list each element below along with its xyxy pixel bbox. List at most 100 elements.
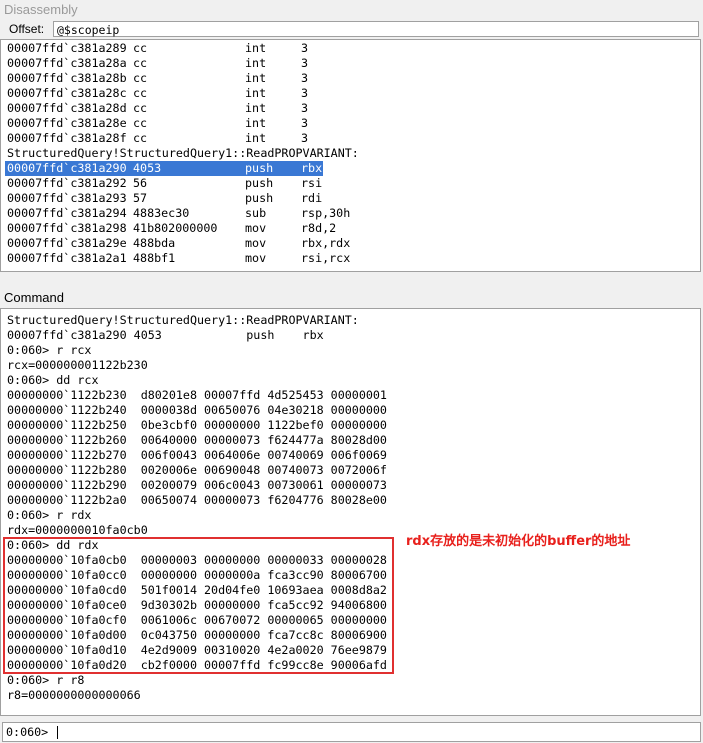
disassembly-ops: r8d,2: [301, 221, 337, 235]
disassembly-line[interactable]: 00007ffd`c381a28b cc int 3: [7, 71, 697, 86]
disassembly-ops: rdi: [301, 191, 323, 205]
disassembly-mnem: int: [245, 56, 267, 70]
command-line: 00000000`1122b280 0020006e 00690048 0074…: [7, 463, 387, 477]
command-line: rdx=0000000010fa0cb0: [7, 523, 148, 537]
disassembly-ops: 3: [301, 101, 309, 115]
disassembly-addr: 00007ffd`c381a294: [7, 206, 127, 220]
disassembly-ops: 3: [301, 71, 309, 85]
disassembly-ops: rsi: [301, 176, 323, 190]
disassembly-addr: 00007ffd`c381a298: [7, 221, 127, 235]
command-line: 00000000`1122b270 006f0043 0064006e 0074…: [7, 448, 387, 462]
disassembly-ops: 3: [301, 116, 309, 130]
command-output[interactable]: rdx存放的是未初始化的buffer的地址 StructuredQuery!St…: [0, 308, 701, 716]
disassembly-line[interactable]: 00007ffd`c381a298 41b802000000 mov r8d,2: [7, 221, 697, 236]
command-line: 00000000`1122b240 0000038d 00650076 04e3…: [7, 403, 387, 417]
disassembly-title: Disassembly: [0, 0, 703, 20]
command-line: 00000000`1122b260 00640000 00000073 f624…: [7, 433, 387, 447]
disassembly-addr: 00007ffd`c381a289: [7, 41, 127, 55]
command-line: 00000000`1122b250 0be3cbf0 00000000 1122…: [7, 418, 387, 432]
disassembly-line[interactable]: StructuredQuery!StructuredQuery1::ReadPR…: [7, 146, 697, 161]
command-line: StructuredQuery!StructuredQuery1::ReadPR…: [7, 313, 359, 327]
disassembly-addr: StructuredQuery!StructuredQuery1::ReadPR…: [7, 146, 359, 160]
pane-splitter[interactable]: [0, 272, 703, 286]
disassembly-bytes: cc: [133, 101, 148, 115]
disassembly-mnem: push: [245, 161, 274, 175]
disassembly-addr: 00007ffd`c381a293: [7, 191, 127, 205]
disassembly-line[interactable]: 00007ffd`c381a29e 488bda mov rbx,rdx: [7, 236, 697, 251]
disassembly-addr: 00007ffd`c381a28d: [7, 101, 127, 115]
disassembly-line[interactable]: 00007ffd`c381a28f cc int 3: [7, 131, 697, 146]
command-line: 00000000`10fa0cf0 0061006c 00670072 0000…: [7, 613, 387, 627]
disassembly-addr: 00007ffd`c381a28f: [7, 131, 127, 145]
disassembly-ops: 3: [301, 86, 309, 100]
disassembly-mnem: mov: [245, 236, 267, 250]
disassembly-mnem: int: [245, 86, 267, 100]
command-line: 00000000`10fa0d00 0c043750 00000000 fca7…: [7, 628, 387, 642]
disassembly-ops: 3: [301, 41, 309, 55]
disassembly-bytes: cc: [133, 116, 148, 130]
disassembly-line[interactable]: 00007ffd`c381a28d cc int 3: [7, 101, 697, 116]
command-prompt-bar: 0:060>: [0, 719, 703, 743]
disassembly-line[interactable]: 00007ffd`c381a28c cc int 3: [7, 86, 697, 101]
command-line: 0:060> dd rcx: [7, 373, 99, 387]
command-line: 00000000`1122b290 00200079 006c0043 0073…: [7, 478, 387, 492]
disassembly-listing[interactable]: 00007ffd`c381a289 cc int 3 00007ffd`c381a28a…: [0, 39, 701, 272]
disassembly-line[interactable]: 00007ffd`c381a289 cc int 3: [7, 41, 697, 56]
disassembly-bytes: cc: [133, 41, 148, 55]
command-line: 00000000`10fa0cd0 501f0014 20d04fe0 1069…: [7, 583, 387, 597]
prompt-label: 0:060>: [6, 725, 49, 739]
disassembly-addr: 00007ffd`c381a28b: [7, 71, 127, 85]
disassembly-bytes: cc: [133, 86, 148, 100]
annotation-text: rdx存放的是未初始化的buffer的地址: [406, 534, 631, 549]
disassembly-line-current[interactable]: 00007ffd`c381a290 4053 push rbx: [5, 161, 323, 176]
text-caret: [57, 726, 58, 739]
disassembly-addr: 00007ffd`c381a29e: [7, 236, 127, 250]
disassembly-mnem: mov: [245, 251, 267, 265]
disassembly-ops: rsp,30h: [301, 206, 351, 220]
command-line: 00000000`10fa0cc0 00000000 0000000a fca3…: [7, 568, 387, 582]
disassembly-line[interactable]: 00007ffd`c381a28e cc int 3: [7, 116, 697, 131]
disassembly-bytes: cc: [133, 56, 148, 70]
command-line: 00000000`1122b230 d80201e8 00007ffd 4d52…: [7, 388, 387, 402]
disassembly-addr: 00007ffd`c381a28c: [7, 86, 127, 100]
command-title: Command: [0, 288, 703, 308]
disassembly-bytes: 488bf1: [133, 251, 176, 265]
command-line: 0:060> r r8: [7, 673, 85, 687]
disassembly-line[interactable]: 00007ffd`c381a292 56 push rsi: [7, 176, 697, 191]
disassembly-bytes: 56: [133, 176, 148, 190]
offset-bar: Offset: @$scopeip: [0, 20, 703, 39]
disassembly-mnem: push: [245, 191, 274, 205]
disassembly-addr: 00007ffd`c381a2a1: [7, 251, 127, 265]
command-line: 00000000`10fa0cb0 00000003 00000000 0000…: [7, 553, 387, 567]
disassembly-bytes: cc: [133, 131, 148, 145]
disassembly-line[interactable]: 00007ffd`c381a293 57 push rdi: [7, 191, 697, 206]
disassembly-mnem: int: [245, 101, 267, 115]
disassembly-mnem: int: [245, 41, 267, 55]
disassembly-bytes: 41b802000000: [133, 221, 218, 235]
offset-input[interactable]: @$scopeip: [53, 21, 699, 37]
disassembly-addr: 00007ffd`c381a290: [7, 161, 127, 175]
disassembly-mnem: int: [245, 131, 267, 145]
disassembly-ops: rbx,rdx: [301, 236, 351, 250]
disassembly-ops: rsi,rcx: [301, 251, 351, 265]
command-line: r8=0000000000000066: [7, 688, 141, 702]
disassembly-ops: rbx: [301, 161, 323, 175]
command-line: 00007ffd`c381a290 4053 push rbx: [7, 328, 324, 342]
offset-label: Offset:: [9, 22, 45, 36]
disassembly-line[interactable]: 00007ffd`c381a28a cc int 3: [7, 56, 697, 71]
disassembly-mnem: int: [245, 71, 267, 85]
command-input[interactable]: 0:060>: [2, 722, 701, 742]
disassembly-line[interactable]: 00007ffd`c381a294 4883ec30 sub rsp,30h: [7, 206, 697, 221]
disassembly-addr: 00007ffd`c381a28e: [7, 116, 127, 130]
disassembly-mnem: int: [245, 116, 267, 130]
disassembly-bytes: 4053: [133, 161, 162, 175]
disassembly-ops: 3: [301, 56, 309, 70]
disassembly-bytes: 57: [133, 191, 148, 205]
disassembly-line[interactable]: 00007ffd`c381a2a1 488bf1 mov rsi,rcx: [7, 251, 697, 266]
disassembly-addr: 00007ffd`c381a292: [7, 176, 127, 190]
command-line: 0:060> dd rdx: [7, 538, 99, 552]
disassembly-mnem: mov: [245, 221, 267, 235]
command-line: 00000000`1122b2a0 00650074 00000073 f620…: [7, 493, 387, 507]
disassembly-bytes: cc: [133, 71, 148, 85]
command-line: rcx=000000001122b230: [7, 358, 148, 372]
